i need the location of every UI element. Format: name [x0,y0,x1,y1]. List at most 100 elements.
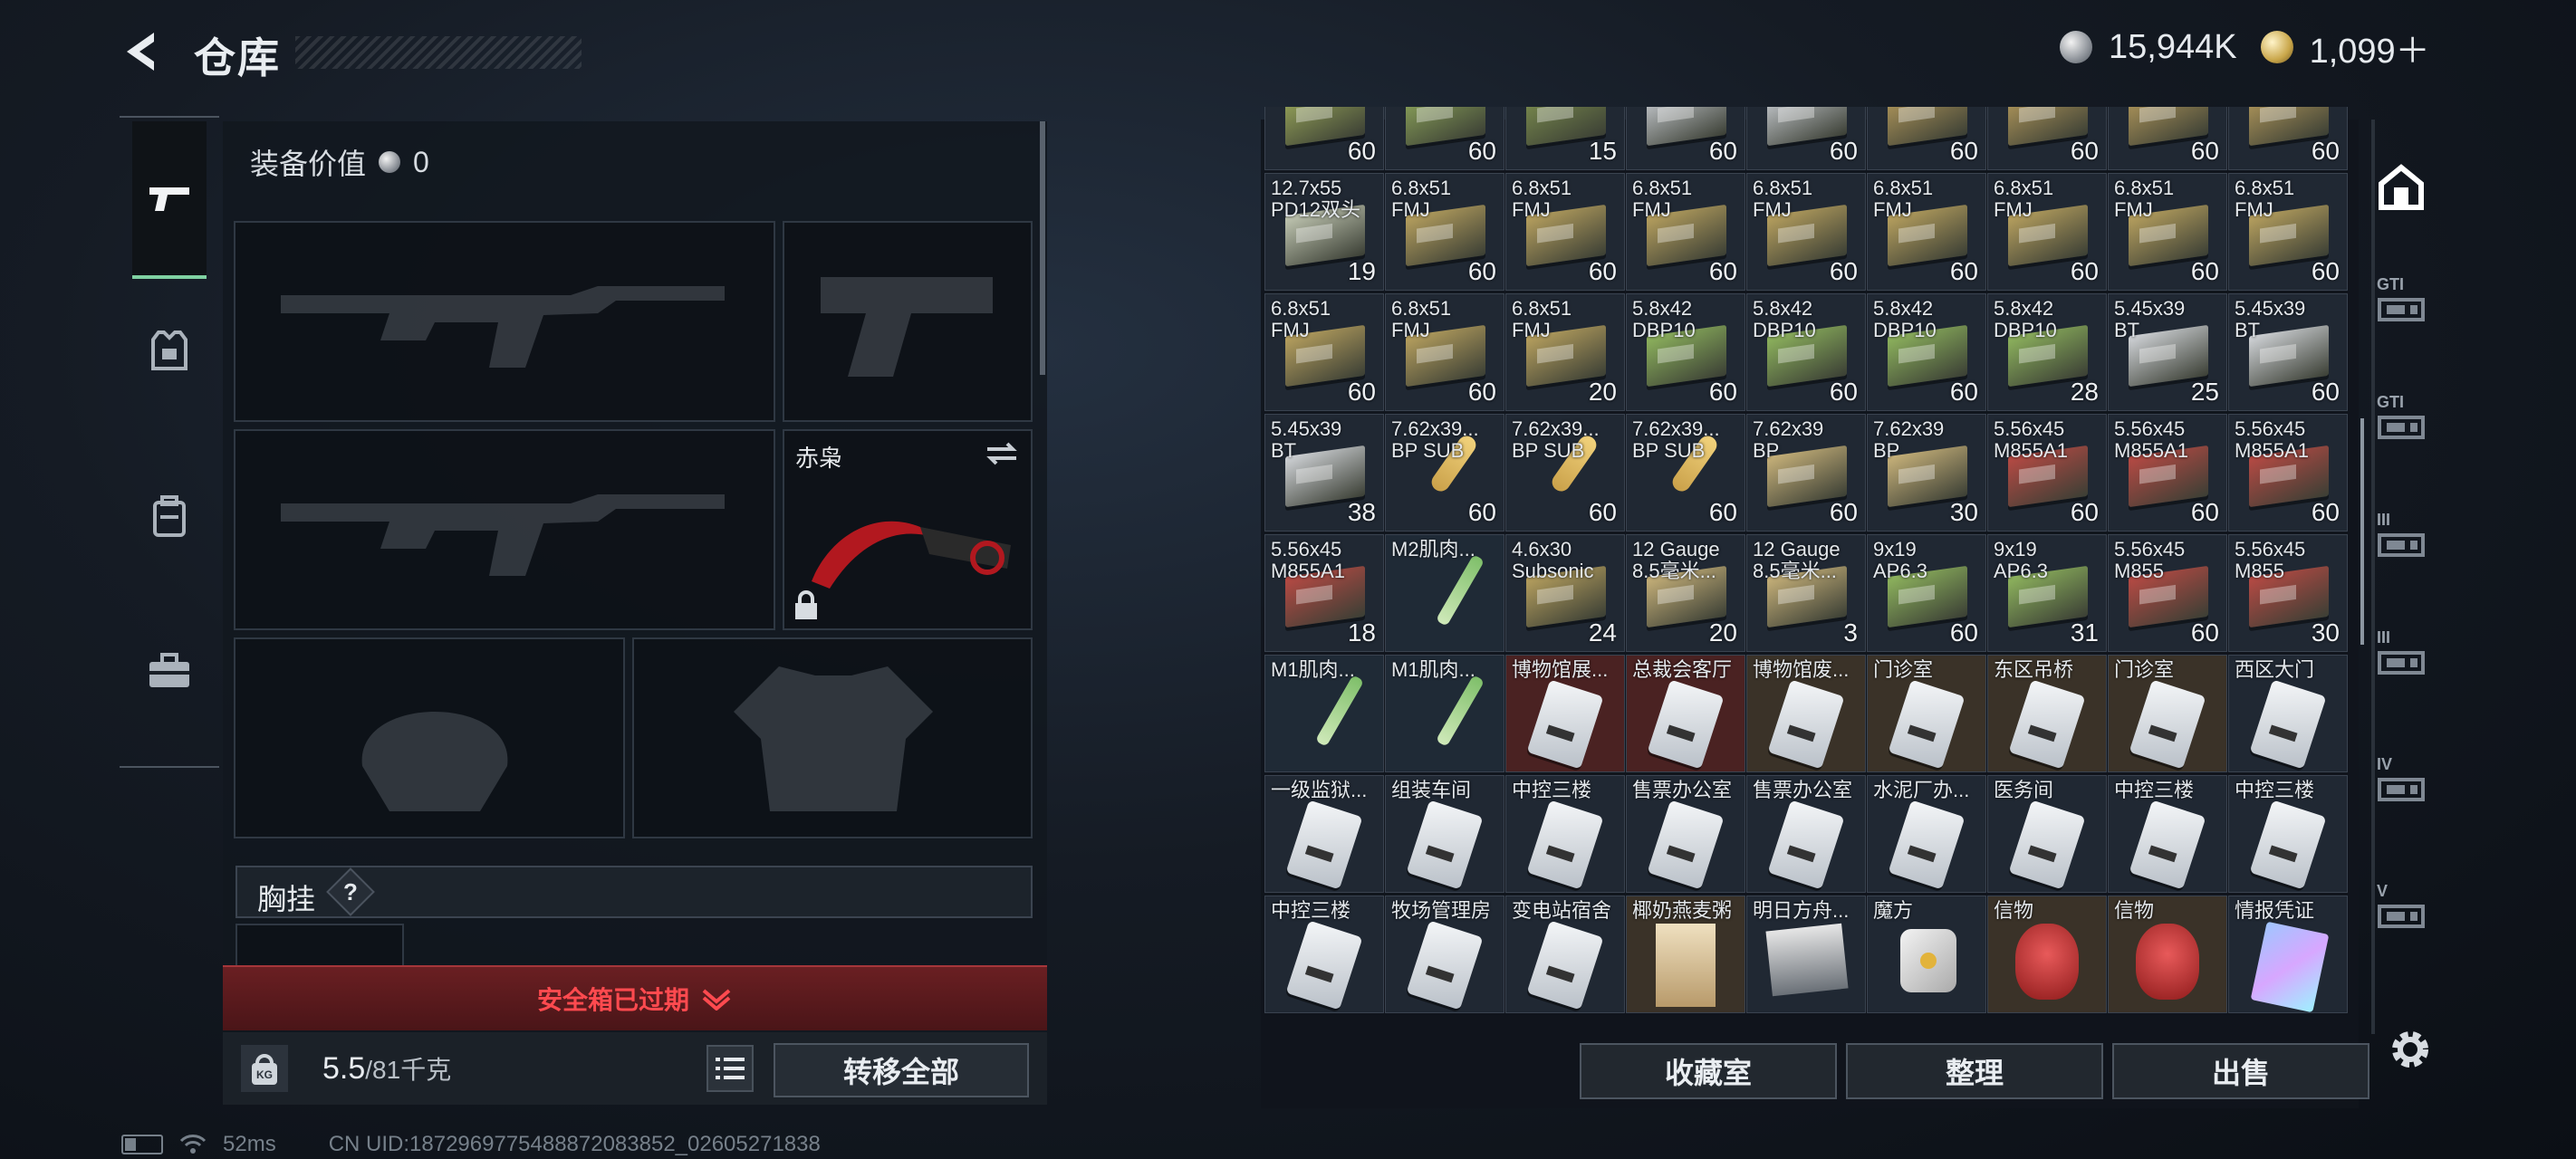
warehouse-item[interactable]: 9x19 AP6.3 31 [1987,534,2107,652]
warehouse-item[interactable]: 6.8x51 FMJ 60 [1626,173,1745,291]
help-icon[interactable]: ? [326,867,375,916]
storage-tab-7[interactable]: V [2369,880,2433,943]
safe-box-expired-banner[interactable]: 安全箱已过期 [223,965,1047,1030]
warehouse-item[interactable]: 60 [1626,107,1745,170]
warehouse-item[interactable]: 15 [1505,107,1625,170]
sell-button[interactable]: 出售 [2112,1043,2369,1099]
chest-rig-bar[interactable]: 胸挂 ? [235,866,1033,918]
warehouse-item[interactable]: 6.8x51 FMJ 60 [2228,173,2348,291]
warehouse-item[interactable]: M2肌肉... [1385,534,1504,652]
back-button[interactable] [118,27,167,76]
warehouse-item[interactable]: 7.62x39 BP 60 [1746,414,1866,532]
warehouse-item[interactable]: 魔方 [1867,896,1986,1013]
warehouse-item[interactable]: 60 [1385,107,1504,170]
warehouse-item[interactable]: 东区吊桥 [1987,655,2107,772]
warehouse-item[interactable]: 5.45x39 BT 25 [2108,293,2227,411]
warehouse-item[interactable]: 6.8x51 FMJ 60 [1867,173,1986,291]
warehouse-item[interactable]: 牧场管理房 [1385,896,1504,1013]
transfer-all-button[interactable]: 转移全部 [774,1043,1029,1097]
list-view-button[interactable] [706,1045,754,1092]
warehouse-item[interactable]: 5.8x42 DBP10 60 [1626,293,1745,411]
warehouse-item[interactable]: 中控三楼 [1264,896,1384,1013]
warehouse-item[interactable]: 西区大门 [2228,655,2348,772]
secondary-weapon-slot[interactable] [783,221,1033,422]
storage-tab-2[interactable]: GTI [2369,273,2433,337]
warehouse-item[interactable]: 5.45x39 BT 60 [2228,293,2348,411]
warehouse-item[interactable]: 6.8x51 FMJ 60 [1987,173,2107,291]
melee-slot[interactable]: 赤枭 [783,429,1033,630]
equipment-scrollbar[interactable] [1040,121,1045,375]
warehouse-item[interactable]: 7.62x39 BP 30 [1867,414,1986,532]
warehouse-item[interactable]: 5.45x39 BT 38 [1264,414,1384,532]
storage-tab-4[interactable]: III [2369,509,2433,572]
warehouse-item[interactable]: 6.8x51 FMJ 60 [1264,293,1384,411]
chest-rig-slot[interactable] [235,924,404,969]
storage-tab-1[interactable] [2369,156,2433,219]
body-armor-slot[interactable] [632,637,1033,838]
tab-case[interactable] [132,634,207,708]
storage-tab-3[interactable]: GTI [2369,391,2433,455]
warehouse-item[interactable]: 4.6x30 Subsonic 24 [1505,534,1625,652]
warehouse-item[interactable]: 水泥厂办... [1867,775,1986,893]
warehouse-item[interactable]: 60 [2228,107,2348,170]
warehouse-item[interactable]: 中控三楼 [2228,775,2348,893]
warehouse-item[interactable]: 60 [1264,107,1384,170]
warehouse-item[interactable]: 5.56x45 M855A1 60 [2228,414,2348,532]
tab-armor[interactable] [132,313,207,388]
warehouse-item[interactable]: 5.56x45 M855 60 [2108,534,2227,652]
warehouse-item[interactable]: 总裁会客厅 [1626,655,1745,772]
warehouse-item[interactable]: 博物馆展... [1505,655,1625,772]
warehouse-item[interactable]: 明日方舟... [1746,896,1866,1013]
warehouse-item[interactable]: 信物 [1987,896,2107,1013]
warehouse-item[interactable]: 组装车间 [1385,775,1504,893]
warehouse-item[interactable]: 6.8x51 FMJ 60 [1746,173,1866,291]
warehouse-item[interactable]: 5.8x42 DBP10 60 [1746,293,1866,411]
warehouse-item[interactable]: 60 [1987,107,2107,170]
helmet-slot[interactable] [234,637,625,838]
warehouse-item[interactable]: 60 [1746,107,1866,170]
tab-weapons[interactable] [132,121,207,279]
warehouse-item[interactable]: M1肌肉... [1385,655,1504,772]
warehouse-item[interactable]: M1肌肉... [1264,655,1384,772]
warehouse-item[interactable]: 5.8x42 DBP10 28 [1987,293,2107,411]
tab-backpack[interactable] [132,480,207,554]
warehouse-item[interactable]: 中控三楼 [2108,775,2227,893]
warehouse-item[interactable]: 5.56x45 M855A1 60 [1987,414,2107,532]
swap-icon[interactable] [984,440,1020,467]
warehouse-item[interactable]: 医务间 [1987,775,2107,893]
warehouse-item[interactable]: 6.8x51 FMJ 60 [1505,173,1625,291]
tertiary-weapon-slot[interactable] [234,429,775,630]
primary-weapon-slot[interactable] [234,221,775,422]
storage-tab-5[interactable]: III [2369,627,2433,690]
warehouse-item[interactable]: 情报凭证 [2228,896,2348,1013]
warehouse-item[interactable]: 12 Gauge 8.5毫米... 3 [1746,534,1866,652]
warehouse-item[interactable]: 6.8x51 FMJ 60 [1385,173,1504,291]
warehouse-item[interactable]: 一级监狱... [1264,775,1384,893]
warehouse-item[interactable]: 9x19 AP6.3 60 [1867,534,1986,652]
warehouse-item[interactable]: 变电站宿舍 [1505,896,1625,1013]
warehouse-item[interactable]: 7.62x39... BP SUB 60 [1626,414,1745,532]
warehouse-item[interactable]: 5.56x45 M855 30 [2228,534,2348,652]
collection-room-button[interactable]: 收藏室 [1580,1043,1837,1099]
warehouse-item[interactable]: 中控三楼 [1505,775,1625,893]
warehouse-item[interactable]: 12.7x55 PD12双头 19 [1264,173,1384,291]
warehouse-item[interactable]: 5.56x45 M855A1 60 [2108,414,2227,532]
warehouse-item[interactable]: 售票办公室 [1746,775,1866,893]
warehouse-item[interactable]: 6.8x51 FMJ 60 [1385,293,1504,411]
warehouse-item[interactable]: 博物馆废... [1746,655,1866,772]
warehouse-item[interactable]: 6.8x51 FMJ 60 [2108,173,2227,291]
storage-tab-6[interactable]: IV [2369,753,2433,817]
warehouse-item[interactable]: 门诊室 [2108,655,2227,772]
warehouse-item[interactable]: 5.8x42 DBP10 60 [1867,293,1986,411]
gold-amount[interactable]: 1,099＋ [2310,23,2430,72]
warehouse-item[interactable]: 信物 [2108,896,2227,1013]
warehouse-item[interactable]: 6.8x51 FMJ 20 [1505,293,1625,411]
settings-button[interactable] [2384,1023,2437,1076]
warehouse-item[interactable]: 5.56x45 M855A1 18 [1264,534,1384,652]
warehouse-item[interactable]: 门诊室 [1867,655,1986,772]
warehouse-item[interactable]: 椰奶燕麦粥 [1626,896,1745,1013]
warehouse-item[interactable]: 售票办公室 [1626,775,1745,893]
warehouse-item[interactable]: 60 [2108,107,2227,170]
warehouse-item[interactable]: 12 Gauge 8.5毫米... 20 [1626,534,1745,652]
warehouse-item[interactable]: 7.62x39... BP SUB 60 [1385,414,1504,532]
